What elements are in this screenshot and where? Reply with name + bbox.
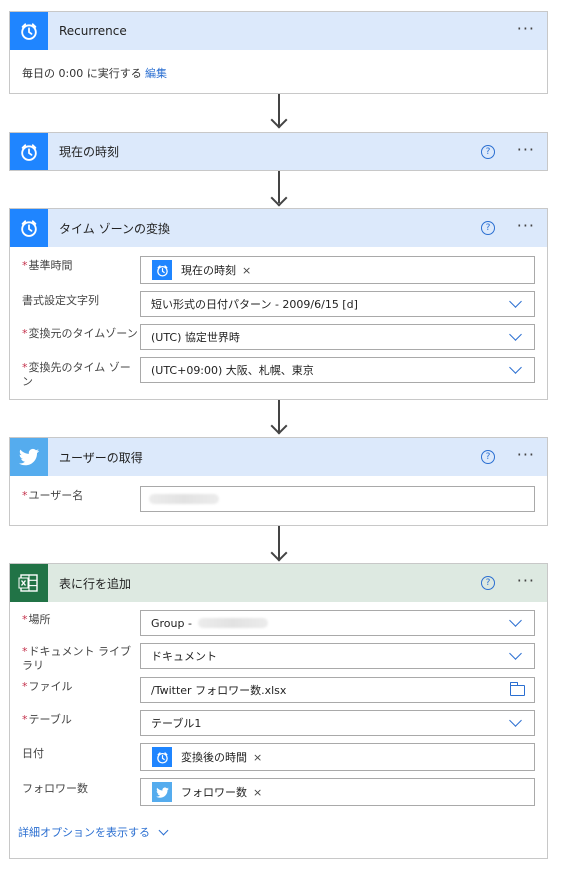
chevron-down-icon[interactable] <box>509 647 522 660</box>
chevron-down-icon[interactable] <box>509 614 522 627</box>
recurrence-summary: 毎日の 0:00 に実行する <box>22 67 142 80</box>
field-label: 書式設定文字列 <box>22 294 99 307</box>
field-label: フォロワー数 <box>22 782 88 795</box>
recurrence-card: Recurrence ··· 毎日の 0:00 に実行する 編集 <box>9 11 548 94</box>
field-label: *変換先のタイム ゾーン <box>22 361 131 388</box>
clock-icon <box>152 747 172 767</box>
remove-token-icon[interactable]: × <box>253 786 262 799</box>
more-options-icon[interactable]: ··· <box>517 141 535 159</box>
chevron-down-icon[interactable] <box>158 825 169 835</box>
field-label: *ドキュメント ライブラリ <box>22 645 131 672</box>
twitter-icon <box>10 438 48 476</box>
table-select[interactable]: テーブル1 <box>140 710 535 736</box>
clock-icon <box>10 12 48 50</box>
help-icon[interactable]: ? <box>481 221 495 235</box>
redacted-value <box>197 618 268 628</box>
location-select[interactable]: Group - <box>140 610 535 636</box>
target-timezone-select[interactable]: (UTC+09:00) 大阪、札幌、東京 <box>140 357 535 383</box>
show-advanced-options[interactable]: 詳細オプションを表示する <box>18 824 169 840</box>
file-path-input[interactable]: /Twitter フォロワー数.xlsx <box>140 677 535 703</box>
chevron-down-icon[interactable] <box>509 328 522 341</box>
chevron-down-icon[interactable] <box>509 295 522 308</box>
field-label: 日付 <box>22 747 44 760</box>
help-icon[interactable]: ? <box>481 450 495 464</box>
flow-arrow-icon <box>270 111 288 129</box>
field-label: *ユーザー名 <box>22 489 84 502</box>
add-row-header[interactable]: 表に行を追加 ? ··· <box>10 564 547 602</box>
remove-token-icon[interactable]: × <box>253 751 262 764</box>
redacted-value <box>149 494 219 504</box>
source-timezone-select[interactable]: (UTC) 協定世界時 <box>140 324 535 350</box>
edit-link[interactable]: 編集 <box>145 65 167 81</box>
add-row-card: 表に行を追加 ? ··· *場所 Group - *ドキュメント ライブラリ ド… <box>9 563 548 859</box>
current-time-header[interactable]: 現在の時刻 ? ··· <box>10 133 547 170</box>
field-label: *変換元のタイムゾーン <box>22 327 138 340</box>
get-user-title: ユーザーの取得 <box>59 450 143 465</box>
more-options-icon[interactable]: ··· <box>517 20 535 38</box>
dynamic-token[interactable]: 変換後の時間 × <box>152 747 262 767</box>
more-options-icon[interactable]: ··· <box>517 572 535 590</box>
date-input[interactable]: 変換後の時間 × <box>140 743 535 771</box>
username-input[interactable] <box>140 486 535 512</box>
dynamic-token[interactable]: フォロワー数 × <box>152 782 262 802</box>
chevron-down-icon[interactable] <box>509 714 522 727</box>
timezone-title: タイム ゾーンの変換 <box>59 221 170 236</box>
document-library-select[interactable]: ドキュメント <box>140 643 535 669</box>
more-options-icon[interactable]: ··· <box>517 217 535 235</box>
chevron-down-icon[interactable] <box>509 361 522 374</box>
followers-input[interactable]: フォロワー数 × <box>140 778 535 806</box>
flow-arrow-icon <box>270 189 288 207</box>
format-string-select[interactable]: 短い形式の日付パターン - 2009/6/15 [d] <box>140 291 535 317</box>
remove-token-icon[interactable]: × <box>242 264 251 277</box>
dynamic-token[interactable]: 現在の時刻 × <box>152 260 251 280</box>
field-label: *場所 <box>22 613 51 626</box>
clock-icon <box>10 133 48 170</box>
flow-arrow-icon <box>270 417 288 435</box>
current-time-card: 現在の時刻 ? ··· <box>9 132 548 171</box>
current-time-title: 現在の時刻 <box>59 145 120 159</box>
more-options-icon[interactable]: ··· <box>517 446 535 464</box>
field-label: *ファイル <box>22 680 73 693</box>
excel-icon <box>10 564 48 602</box>
timezone-card: タイム ゾーンの変換 ? ··· *基準時間 現在の時刻 × 書式設定文字列 短… <box>9 208 548 400</box>
help-icon[interactable]: ? <box>481 145 495 159</box>
clock-icon <box>10 209 48 247</box>
clock-icon <box>152 260 172 280</box>
recurrence-header[interactable]: Recurrence ··· <box>10 12 547 50</box>
flow-arrow-icon <box>270 544 288 562</box>
get-user-header[interactable]: ユーザーの取得 ? ··· <box>10 438 547 476</box>
recurrence-title: Recurrence <box>59 24 127 38</box>
timezone-header[interactable]: タイム ゾーンの変換 ? ··· <box>10 209 547 247</box>
twitter-icon <box>152 782 172 802</box>
base-time-input[interactable]: 現在の時刻 × <box>140 256 535 284</box>
help-icon[interactable]: ? <box>481 576 495 590</box>
field-label: *基準時間 <box>22 259 73 272</box>
folder-icon[interactable] <box>510 682 525 696</box>
get-user-card: ユーザーの取得 ? ··· *ユーザー名 <box>9 437 548 526</box>
field-label: *テーブル <box>22 713 72 726</box>
add-row-title: 表に行を追加 <box>59 576 132 591</box>
